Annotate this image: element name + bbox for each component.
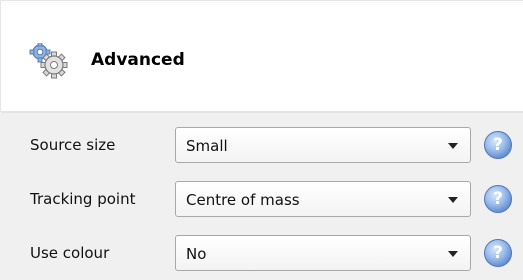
gears-icon [29, 41, 69, 79]
help-question-mark: ? [493, 189, 503, 209]
settings-area: Source size Small ? Tracking point Centr… [0, 113, 523, 280]
setting-row-tracking-point: Tracking point Centre of mass ? [0, 179, 523, 219]
chevron-down-icon [448, 251, 458, 257]
use-colour-value: No [186, 245, 207, 263]
source-size-label: Source size [30, 136, 116, 154]
help-icon[interactable]: ? [484, 185, 512, 213]
use-colour-select[interactable]: No [175, 235, 471, 271]
tracking-point-select[interactable]: Centre of mass [175, 181, 471, 217]
help-icon[interactable]: ? [484, 239, 512, 267]
help-question-mark: ? [493, 243, 503, 263]
advanced-panel: Advanced Source size Small ? Tracking po… [0, 0, 523, 280]
panel-header: Advanced [0, 0, 523, 114]
panel-header-inner: Advanced [1, 5, 523, 111]
setting-row-use-colour: Use colour No ? [0, 233, 523, 273]
help-icon[interactable]: ? [484, 131, 512, 159]
tracking-point-value: Centre of mass [186, 191, 300, 209]
tracking-point-label: Tracking point [30, 190, 136, 208]
use-colour-label: Use colour [30, 244, 110, 262]
chevron-down-icon [448, 143, 458, 149]
source-size-select[interactable]: Small [175, 127, 471, 163]
setting-row-source-size: Source size Small ? [0, 125, 523, 165]
source-size-value: Small [186, 137, 228, 155]
panel-title: Advanced [91, 50, 185, 70]
help-question-mark: ? [493, 135, 503, 155]
chevron-down-icon [448, 197, 458, 203]
